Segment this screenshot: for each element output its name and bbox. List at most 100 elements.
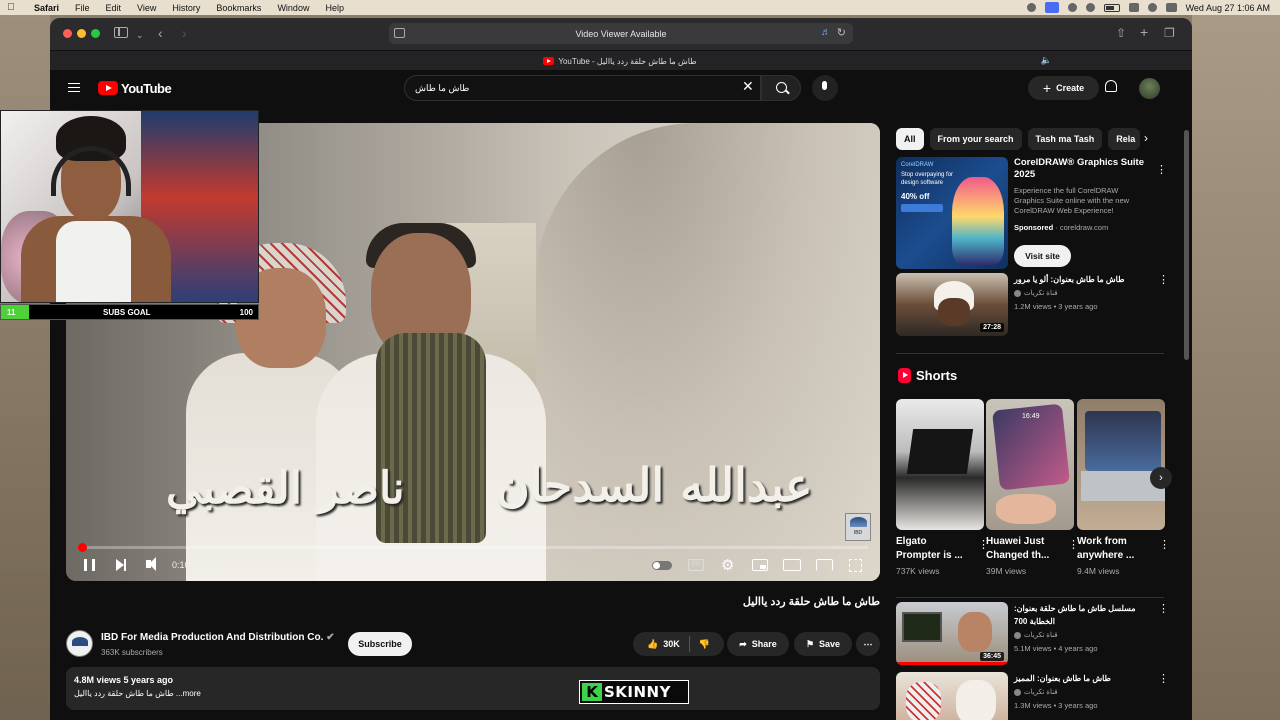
new-tab-icon[interactable]: +: [1140, 25, 1148, 39]
chip-tash-ma-tash[interactable]: Tash ma Tash: [1027, 128, 1103, 150]
short-title[interactable]: Huawei Just Changed th...: [986, 535, 1062, 563]
chips-next-icon[interactable]: ›: [1144, 132, 1148, 144]
account-avatar[interactable]: [1139, 78, 1160, 99]
search-input[interactable]: طاش ما طاش: [404, 75, 761, 101]
short-thumbnail[interactable]: [896, 399, 984, 530]
thumbs-up-icon[interactable]: 👍: [647, 639, 658, 650]
share-icon[interactable]: ⇧: [1116, 26, 1126, 40]
tab-audio-icon[interactable]: 🔈: [1041, 55, 1052, 66]
menu-history[interactable]: History: [164, 3, 208, 13]
menu-clock[interactable]: Wed Aug 27 1:06 AM: [1186, 3, 1270, 13]
page-scrollbar[interactable]: [1184, 130, 1189, 360]
thumbs-down-icon[interactable]: 👎: [699, 639, 710, 650]
chip-all[interactable]: All: [896, 128, 924, 150]
now-playing-icon[interactable]: [1085, 3, 1095, 12]
share-button[interactable]: ➦ Share: [727, 632, 789, 656]
back-icon[interactable]: ‹: [158, 26, 163, 40]
search-button[interactable]: [761, 75, 801, 101]
rec-menu-kebab-icon[interactable]: [1158, 677, 1162, 681]
settings-gear-icon[interactable]: ⚙: [721, 558, 734, 573]
short-menu-kebab-icon[interactable]: [978, 543, 982, 547]
menu-help[interactable]: Help: [317, 3, 352, 13]
short-item[interactable]: Elgato Prompter is ... 737K views: [896, 399, 984, 576]
subscribe-button[interactable]: Subscribe: [348, 632, 412, 656]
list-item[interactable]: 36:45 مسلسل طاش ما طاش حلقة بعنوان: الخط…: [896, 602, 1166, 666]
progress-bar[interactable]: [77, 543, 868, 552]
short-title[interactable]: Elgato Prompter is ...: [896, 535, 972, 563]
forward-icon[interactable]: ›: [182, 26, 187, 40]
rec-thumbnail[interactable]: 36:45: [896, 602, 1008, 665]
apple-menu-icon[interactable]: : [0, 2, 22, 13]
next-video-icon[interactable]: [116, 559, 126, 571]
audio-playing-icon[interactable]: ♬: [821, 27, 831, 38]
tab-overview-icon[interactable]: ❐: [1164, 26, 1175, 40]
short-item[interactable]: Work from anywhere ... 9.4M views: [1077, 399, 1165, 576]
clear-search-icon[interactable]: ✕: [742, 79, 754, 93]
chip-related[interactable]: Rela: [1108, 128, 1141, 150]
wifi-icon[interactable]: [1128, 3, 1139, 12]
rec-title[interactable]: مسلسل طاش ما طاش حلقة بعنوان: الخطابة 70…: [1014, 602, 1152, 628]
short-menu-kebab-icon[interactable]: [1068, 543, 1072, 547]
menu-window[interactable]: Window: [269, 3, 317, 13]
reload-icon[interactable]: ↻: [837, 26, 846, 39]
captions-icon[interactable]: CC: [688, 559, 704, 571]
page-settings-icon[interactable]: [394, 28, 405, 38]
menu-edit[interactable]: Edit: [98, 3, 130, 13]
more-actions-button[interactable]: ⋯: [856, 632, 880, 656]
notifications-bell-icon[interactable]: [1105, 80, 1117, 92]
progress-scrubber[interactable]: [77, 543, 87, 552]
rec-thumbnail[interactable]: 27:28: [896, 273, 1008, 336]
volume-icon[interactable]: [146, 557, 156, 571]
rec-channel[interactable]: قناة تكريات: [1014, 688, 1058, 696]
rec-title[interactable]: طاش ما طاش بعنوان: المميز: [1014, 672, 1152, 685]
rec-channel[interactable]: قناة تكريات: [1014, 289, 1058, 297]
menu-bookmarks[interactable]: Bookmarks: [208, 3, 269, 13]
list-item[interactable]: طاش ما طاش بعنوان: المميز قناة تكريات 1.…: [896, 672, 1166, 720]
voice-search-icon[interactable]: [812, 75, 838, 101]
like-count[interactable]: 30K: [663, 639, 680, 649]
shorts-next-icon[interactable]: ›: [1150, 467, 1172, 489]
visit-site-button[interactable]: Visit site: [1014, 245, 1071, 267]
ad-menu-kebab-icon[interactable]: [1156, 168, 1160, 172]
autoplay-toggle[interactable]: [652, 561, 672, 570]
status-dot-icon[interactable]: [1026, 3, 1036, 12]
screen-mirroring-icon[interactable]: [1044, 2, 1059, 13]
close-window-icon[interactable]: [63, 29, 72, 38]
short-thumbnail[interactable]: 16:49: [986, 399, 1074, 530]
short-thumbnail[interactable]: [1077, 399, 1165, 530]
focus-icon[interactable]: [1067, 3, 1077, 12]
zoom-window-icon[interactable]: [91, 29, 100, 38]
rec-menu-kebab-icon[interactable]: [1158, 278, 1162, 282]
cast-icon[interactable]: [816, 559, 833, 571]
pause-icon[interactable]: [84, 559, 95, 571]
rec-thumbnail[interactable]: [896, 672, 1008, 720]
rec-title[interactable]: طاش ما طاش بعنوان: ألو يا مرور: [1014, 273, 1152, 286]
short-title[interactable]: Work from anywhere ...: [1077, 535, 1153, 563]
channel-name[interactable]: IBD For Media Production And Distributio…: [101, 632, 335, 643]
list-item[interactable]: 27:28 طاش ما طاش بعنوان: ألو يا مرور قنا…: [896, 273, 1166, 337]
sidebar-chevron-down-icon[interactable]: ⌄: [136, 28, 144, 42]
description-box[interactable]: 4.8M views 5 years ago طاش ما طاش حلقة ر…: [66, 667, 880, 710]
ad-thumbnail[interactable]: CorelDRAW Stop overpaying for design sof…: [896, 157, 1008, 269]
rec-channel[interactable]: قناة تكريات: [1014, 631, 1058, 639]
address-bar[interactable]: Video Viewer Available ♬ ↻: [389, 23, 853, 44]
channel-avatar[interactable]: [66, 630, 93, 657]
menu-view[interactable]: View: [129, 3, 164, 13]
fullscreen-icon[interactable]: [849, 559, 862, 572]
ad-domain[interactable]: coreldraw.com: [1060, 223, 1108, 232]
menu-app-name[interactable]: Safari: [22, 3, 67, 13]
active-tab[interactable]: YouTube - طاش ما طاش حلقة ردد يااليل: [470, 53, 770, 69]
miniplayer-icon[interactable]: [752, 559, 768, 571]
control-center-icon[interactable]: [1165, 3, 1177, 12]
sidebar-toggle-icon[interactable]: [114, 27, 128, 38]
short-menu-kebab-icon[interactable]: [1159, 543, 1163, 547]
minimize-window-icon[interactable]: [77, 29, 86, 38]
battery-icon[interactable]: [1103, 3, 1120, 12]
create-button[interactable]: + Create: [1028, 76, 1099, 100]
chip-from-your-search[interactable]: From your search: [929, 128, 1022, 150]
spotlight-icon[interactable]: [1147, 3, 1157, 12]
rec-menu-kebab-icon[interactable]: [1158, 607, 1162, 611]
youtube-logo[interactable]: YouTube: [98, 80, 172, 96]
theater-mode-icon[interactable]: [783, 559, 801, 571]
menu-file[interactable]: File: [67, 3, 98, 13]
